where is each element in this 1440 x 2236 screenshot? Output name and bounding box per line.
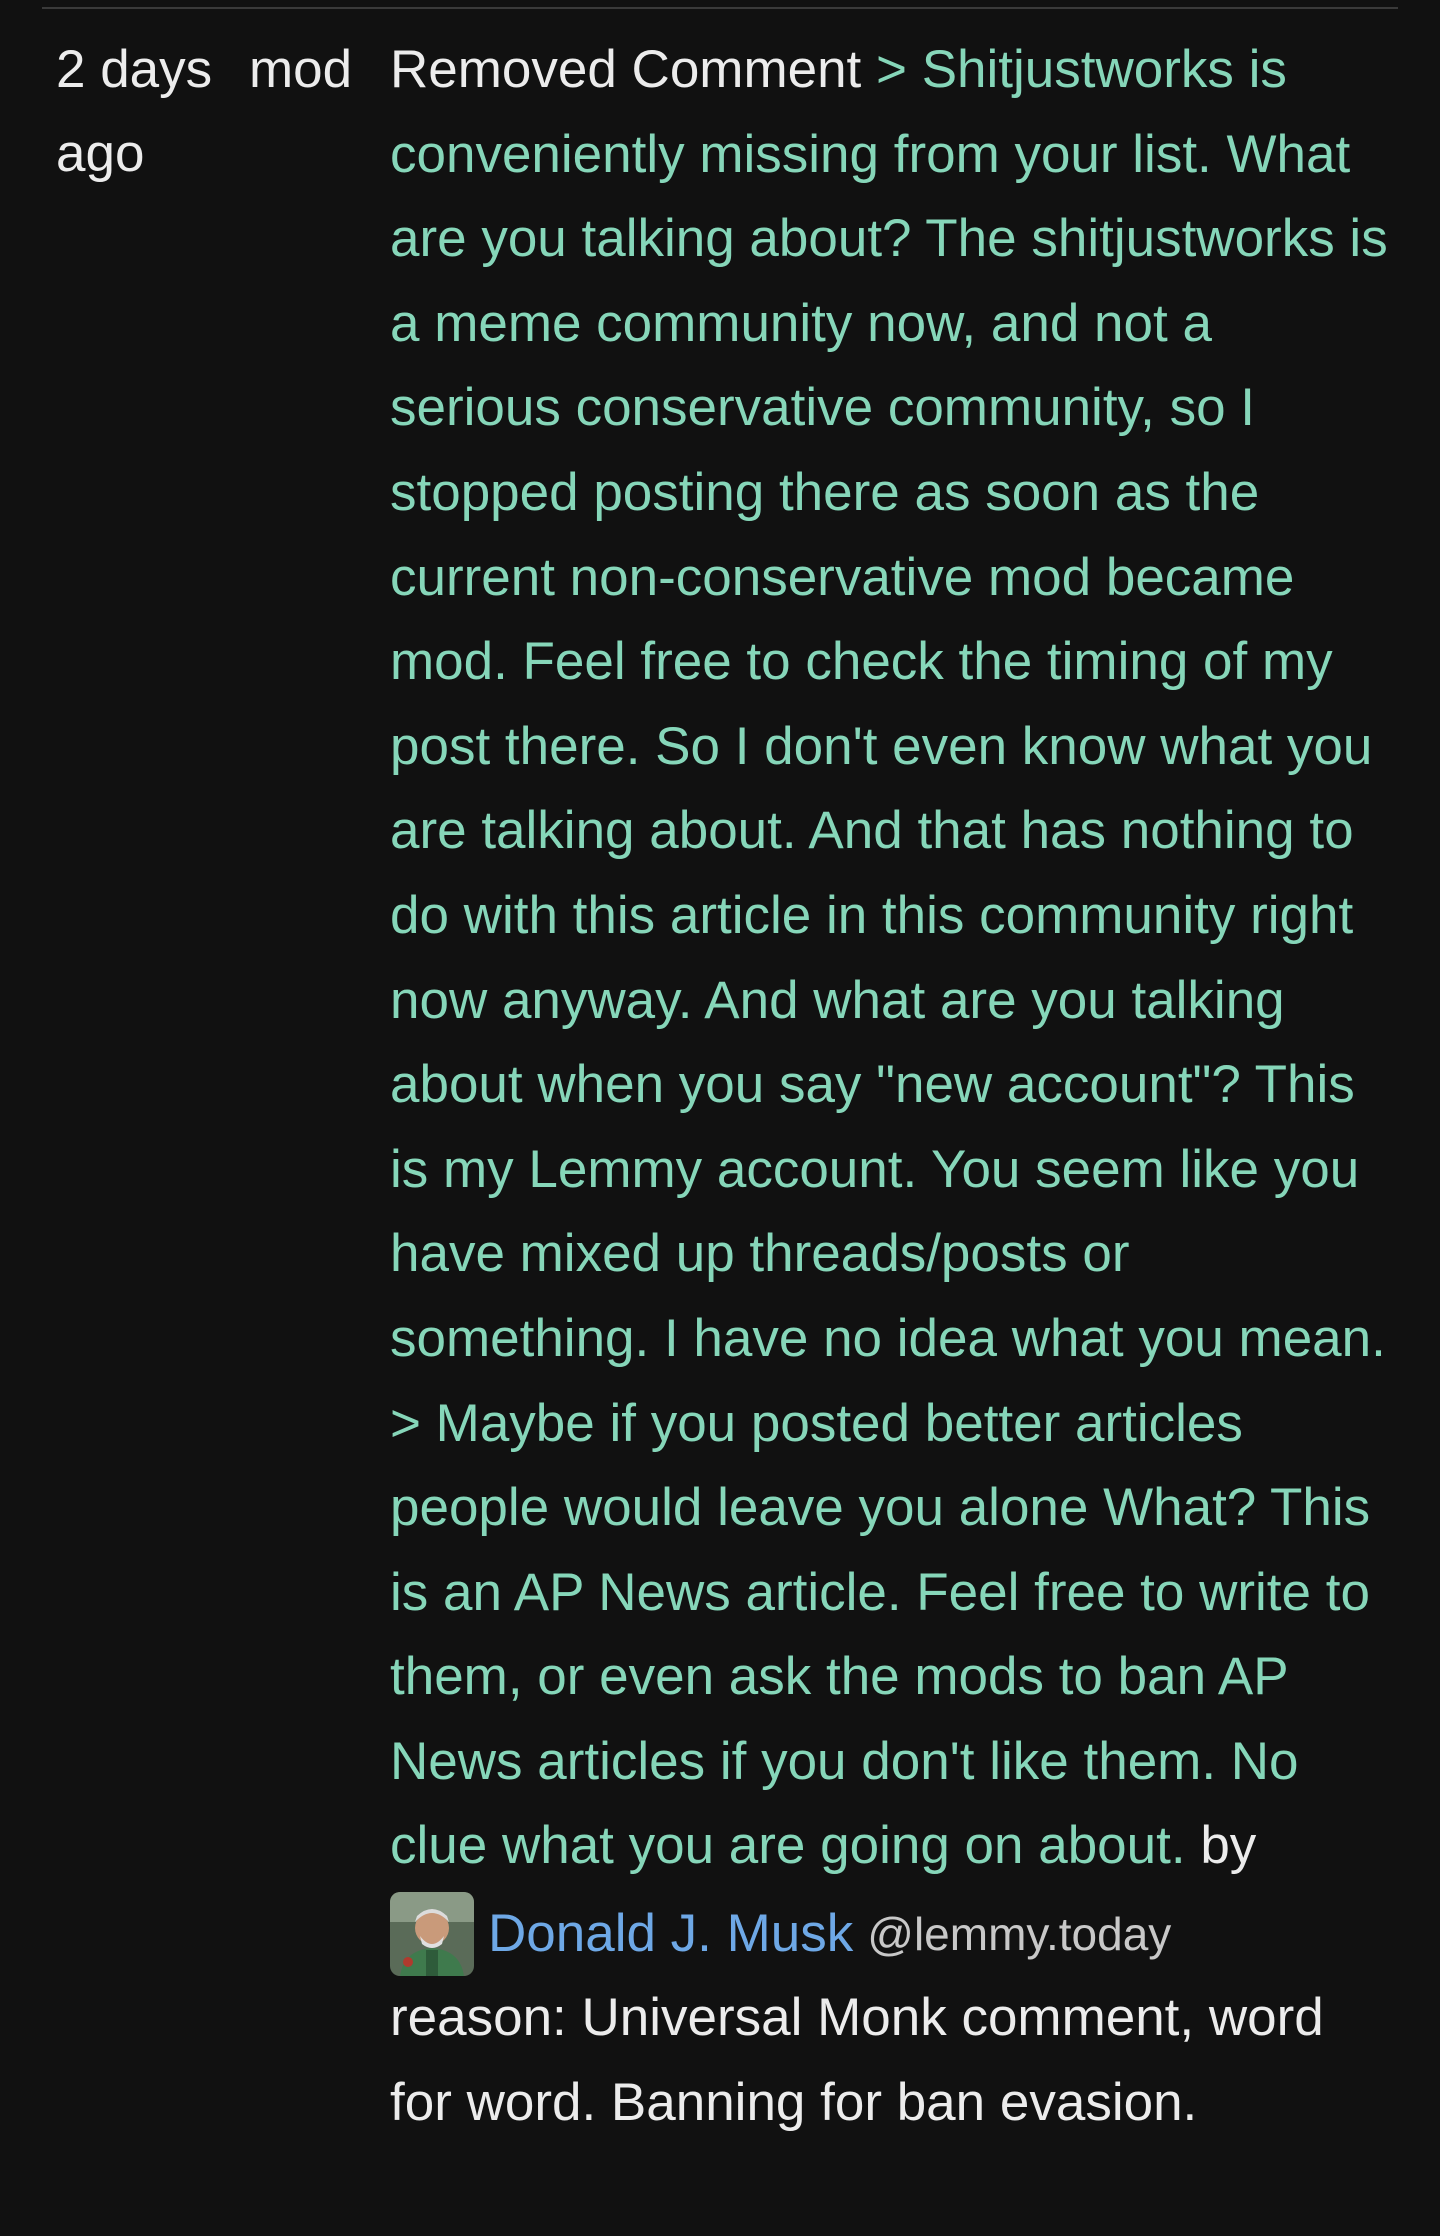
removed-comment-text[interactable]: > Shitjustworks is conveniently missing … bbox=[390, 40, 1388, 1875]
timestamp: 2 days ago bbox=[56, 40, 213, 183]
author-instance: @lemmy.today bbox=[867, 1907, 1172, 1960]
removal-reason: reason: Universal Monk comment, word for… bbox=[390, 1988, 1324, 2132]
author-link[interactable]: Donald J. Musk @lemmy.today bbox=[390, 1892, 1171, 1977]
top-divider bbox=[42, 7, 1398, 9]
by-label: by bbox=[1200, 1816, 1257, 1876]
modlog-row: 2 days ago mod Removed Comment > Shitjus… bbox=[0, 28, 1440, 2236]
author-name[interactable]: Donald J. Musk bbox=[488, 1892, 853, 1977]
user-avatar-icon[interactable] bbox=[390, 1892, 474, 1977]
action-cell: Removed Comment > Shitjustworks is conve… bbox=[390, 28, 1390, 2146]
action-title: Removed Comment bbox=[390, 40, 862, 99]
actor-label: mod bbox=[249, 40, 353, 99]
